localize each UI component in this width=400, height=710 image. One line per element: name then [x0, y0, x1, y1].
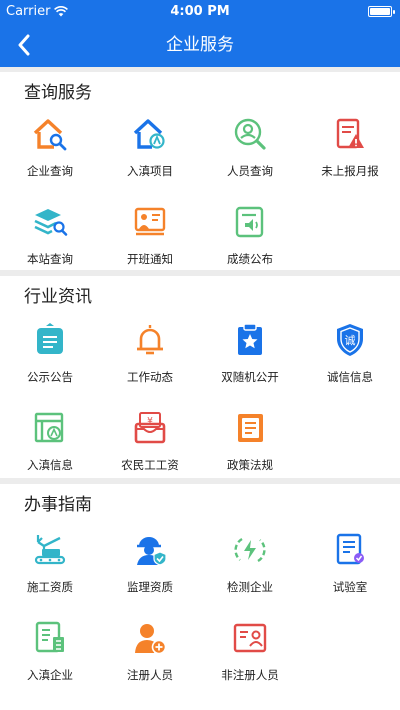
section-industry-news: 行业资讯 公示公告 工作动态 双随机公开 诚 诚信信息 入滇信息 ¥ 农民工工资…	[0, 276, 400, 478]
nav-bar: 企业服务	[0, 23, 400, 67]
class-board-icon	[134, 207, 166, 236]
crane-icon	[34, 535, 66, 565]
grid-item-label: 公示公告	[27, 370, 73, 384]
grid-item-label: 工作动态	[127, 370, 173, 384]
status-bar: Carrier 4:00 PM	[0, 0, 400, 23]
battery-icon	[368, 6, 395, 17]
grid-item-label: 本站查询	[27, 252, 73, 266]
grid-item-entry-enterprise[interactable]: 入滇企业	[0, 620, 100, 708]
grid-item-label: 试验室	[332, 580, 368, 594]
section-query-services: 查询服务 企业查询 入滇项目 人员查询 未上报月报 本站查询 开班通知 成绩公布	[0, 72, 400, 270]
grid-item-label: 开班通知	[127, 252, 173, 266]
grid-item-label: 人员查询	[227, 164, 273, 178]
grid-item-label: 企业查询	[27, 164, 73, 178]
entry-info-icon	[34, 412, 64, 443]
grid-item-label: 入滇项目	[127, 164, 173, 178]
enterprise-doc-icon	[35, 621, 64, 653]
grid-item-testing-enterprise[interactable]: 检测企业	[200, 532, 300, 620]
page-title: 企业服务	[166, 35, 234, 55]
grid-item-label: 成绩公布	[227, 252, 273, 266]
grid-item-label: 非注册人员	[221, 668, 279, 682]
section-title: 行业资讯	[24, 287, 92, 307]
worker-helmet-icon	[137, 537, 167, 566]
lab-document-icon	[336, 533, 364, 565]
grid-item-label: 监理资质	[127, 580, 173, 594]
grid-item-supervision-qualification[interactable]: 监理资质	[100, 532, 200, 620]
score-announce-icon	[235, 206, 264, 238]
grid-item-label: 施工资质	[27, 580, 73, 594]
grid-item-label: 农民工工资	[121, 458, 179, 472]
energy-check-icon	[234, 537, 266, 563]
star-clipboard-icon	[238, 323, 262, 355]
grid-item-double-random[interactable]: 双随机公开	[200, 322, 300, 410]
grid-item-unregistered-personnel[interactable]: 非注册人员	[200, 620, 300, 708]
section-title: 查询服务	[24, 83, 92, 103]
grid-item-registered-personnel[interactable]: 注册人员	[100, 620, 200, 708]
grid-item-construction-qualification[interactable]: 施工资质	[0, 532, 100, 620]
bell-icon	[137, 325, 163, 355]
clock: 4:00 PM	[170, 4, 230, 19]
grid-item-label: 未上报月报	[321, 164, 379, 178]
grid-item-laboratory[interactable]: 试验室	[300, 532, 400, 620]
grid-item-label: 入滇信息	[27, 458, 73, 472]
svg-text:诚: 诚	[345, 334, 356, 347]
section-title: 办事指南	[24, 495, 92, 515]
grid-item-entry-projects[interactable]: 入滇项目	[100, 116, 200, 204]
add-person-icon	[135, 624, 167, 655]
grid-item-label: 诚信信息	[327, 370, 373, 384]
grid-item-label: 检测企业	[227, 580, 273, 594]
id-card-icon	[233, 623, 267, 653]
report-alert-icon	[336, 118, 364, 149]
layers-search-icon	[34, 209, 68, 236]
grid-item-public-notice[interactable]: 公示公告	[0, 322, 100, 410]
grid-item-personnel-query[interactable]: 人员查询	[200, 116, 300, 204]
notice-board-icon	[37, 323, 63, 354]
grid-item-label: 双随机公开	[221, 370, 279, 384]
grid-item-label: 入滇企业	[27, 668, 73, 682]
grid-item-label: 注册人员	[127, 668, 173, 682]
house-search-icon	[33, 119, 67, 151]
wage-wallet-icon: ¥	[134, 412, 166, 444]
person-search-icon	[234, 118, 266, 150]
grid-item-integrity-info[interactable]: 诚 诚信信息	[300, 322, 400, 410]
shield-integrity-icon: 诚	[337, 324, 363, 356]
house-project-icon	[133, 119, 165, 149]
grid-item-enterprise-query[interactable]: 企业查询	[0, 116, 100, 204]
grid-item-label: 政策法规	[227, 458, 273, 472]
grid-item-unreported-monthly[interactable]: 未上报月报	[300, 116, 400, 204]
section-service-guide: 办事指南 施工资质 监理资质 检测企业 试验室 入滇企业 注册人员 非注册人员	[0, 484, 400, 710]
grid-item-work-updates[interactable]: 工作动态	[100, 322, 200, 410]
policy-book-icon	[238, 414, 263, 442]
